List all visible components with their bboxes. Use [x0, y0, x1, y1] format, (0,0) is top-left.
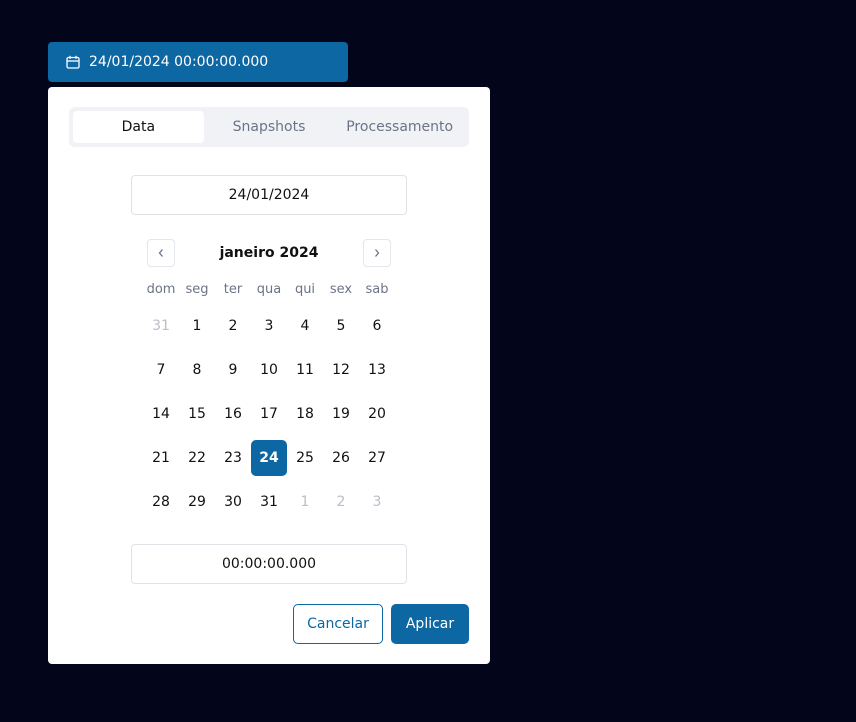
calendar-day[interactable]: 16: [215, 396, 251, 432]
calendar-day[interactable]: 3: [251, 308, 287, 344]
calendar-day[interactable]: 22: [179, 440, 215, 476]
prev-month-button[interactable]: [147, 239, 175, 267]
chevron-right-icon: [375, 249, 380, 257]
calendar-day[interactable]: 17: [251, 396, 287, 432]
calendar-icon: [66, 55, 80, 69]
cancel-button[interactable]: Cancelar: [293, 604, 383, 644]
calendar-day[interactable]: 11: [287, 352, 323, 388]
calendar-day[interactable]: 7: [143, 352, 179, 388]
calendar-day-selected[interactable]: 24: [251, 440, 287, 476]
calendar-day[interactable]: 6: [359, 308, 395, 344]
tab-snapshots[interactable]: Snapshots: [204, 111, 335, 143]
calendar-day[interactable]: 14: [143, 396, 179, 432]
calendar-day[interactable]: 9: [215, 352, 251, 388]
calendar-day[interactable]: 28: [143, 484, 179, 520]
calendar-day[interactable]: 1: [179, 308, 215, 344]
calendar-day[interactable]: 20: [359, 396, 395, 432]
calendar-day[interactable]: 31: [143, 308, 179, 344]
datetime-trigger-value: 24/01/2024 00:00:00.000: [89, 54, 269, 70]
calendar-day[interactable]: 1: [287, 484, 323, 520]
calendar-day[interactable]: 21: [143, 440, 179, 476]
calendar-day[interactable]: 26: [323, 440, 359, 476]
calendar-day[interactable]: 15: [179, 396, 215, 432]
calendar-day[interactable]: 10: [251, 352, 287, 388]
apply-button[interactable]: Aplicar: [391, 604, 469, 644]
datetime-picker-panel: Data Snapshots Processamento 24/01/2024 …: [48, 87, 490, 664]
weekday-label: qua: [256, 282, 282, 297]
month-title: janeiro 2024: [219, 245, 319, 261]
calendar-day[interactable]: 2: [323, 484, 359, 520]
weekday-label: seg: [185, 282, 209, 297]
calendar-day[interactable]: 12: [323, 352, 359, 388]
weekday-label: sex: [329, 282, 353, 297]
calendar-day[interactable]: 31: [251, 484, 287, 520]
weekday-label: sab: [365, 282, 389, 297]
calendar-day[interactable]: 19: [323, 396, 359, 432]
time-input[interactable]: 00:00:00.000: [131, 544, 407, 584]
calendar-day[interactable]: 25: [287, 440, 323, 476]
calendar-day[interactable]: 23: [215, 440, 251, 476]
tab-data[interactable]: Data: [73, 111, 204, 143]
date-input[interactable]: 24/01/2024: [131, 175, 407, 215]
calendar-day[interactable]: 5: [323, 308, 359, 344]
calendar-day[interactable]: 30: [215, 484, 251, 520]
calendar-day[interactable]: 29: [179, 484, 215, 520]
next-month-button[interactable]: [363, 239, 391, 267]
calendar-day[interactable]: 27: [359, 440, 395, 476]
weekday-header: dom seg ter qua qui sex sab: [143, 281, 395, 299]
calendar-day[interactable]: 2: [215, 308, 251, 344]
calendar-day[interactable]: 8: [179, 352, 215, 388]
weekday-label: ter: [223, 282, 243, 297]
weekday-label: qui: [294, 282, 316, 297]
calendar-day[interactable]: 4: [287, 308, 323, 344]
calendar-grid: 31 1 2 3 4 5 6 7 8 9 10 11 12 13 14 15 16 17 18 19 20 21 22 23 2…: [143, 308, 395, 528]
calendar-day[interactable]: 13: [359, 352, 395, 388]
tab-processamento[interactable]: Processamento: [334, 111, 465, 143]
calendar-day[interactable]: 3: [359, 484, 395, 520]
tab-bar: Data Snapshots Processamento: [69, 107, 469, 147]
datetime-trigger-button[interactable]: 24/01/2024 00:00:00.000: [48, 42, 348, 82]
calendar-day[interactable]: 18: [287, 396, 323, 432]
chevron-left-icon: [158, 249, 163, 257]
weekday-label: dom: [146, 282, 176, 297]
